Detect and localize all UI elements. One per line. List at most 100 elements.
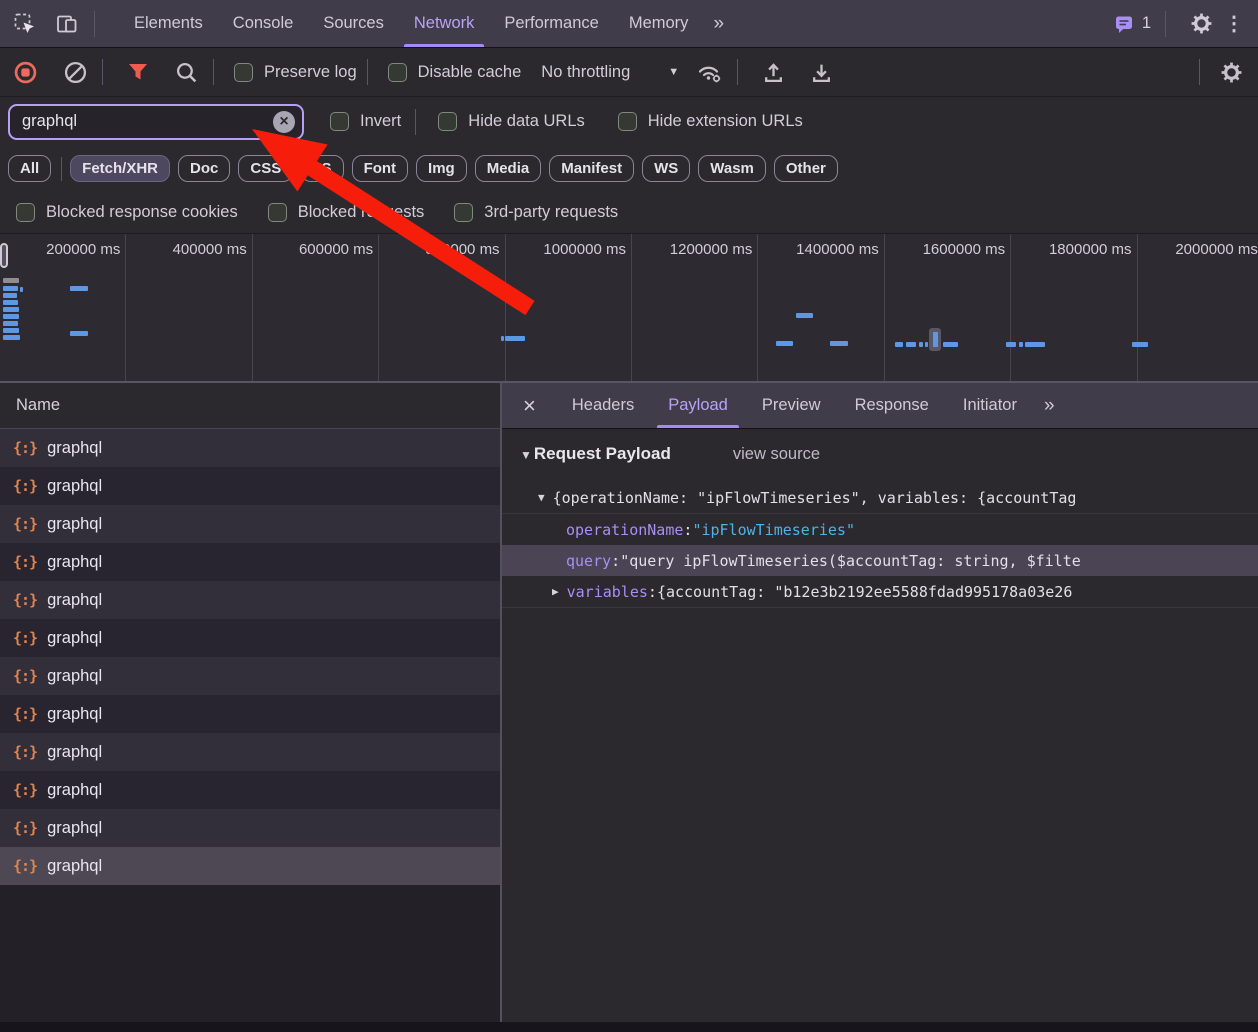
request-row[interactable]: {:}graphql xyxy=(0,847,500,885)
network-overview-timeline[interactable]: 200000 ms400000 ms600000 ms800000 ms1000… xyxy=(0,233,1258,383)
tree-collapsed-icon[interactable]: ▶ xyxy=(552,585,559,598)
tree-expanded-icon[interactable]: ▼ xyxy=(538,491,545,504)
checkbox[interactable] xyxy=(618,112,637,131)
checkbox[interactable] xyxy=(388,63,407,82)
tab-performance[interactable]: Performance xyxy=(489,0,613,47)
filter-checkbox-blocked-requests[interactable]: Blocked requests xyxy=(268,203,425,222)
waterfall-bar xyxy=(505,336,525,341)
filter-chip-ws[interactable]: WS xyxy=(642,155,690,182)
request-row[interactable]: {:}graphql xyxy=(0,809,500,847)
tab-sources[interactable]: Sources xyxy=(308,0,399,47)
hide-extension-urls-checkbox[interactable]: Hide extension URLs xyxy=(618,112,803,131)
tab-elements[interactable]: Elements xyxy=(119,0,218,47)
checkbox[interactable] xyxy=(438,112,457,131)
request-name: graphql xyxy=(47,705,102,724)
tab-initiator[interactable]: Initiator xyxy=(946,383,1034,428)
waterfall-bar xyxy=(925,342,928,347)
timeline-tick: 600000 ms xyxy=(253,234,379,381)
network-settings-gear-icon[interactable] xyxy=(1214,55,1248,89)
json-type-icon: {:} xyxy=(13,819,37,837)
request-payload-section[interactable]: ▼ Request Payload view source xyxy=(502,444,1258,474)
inspect-element-icon[interactable] xyxy=(8,7,42,41)
request-row[interactable]: {:}graphql xyxy=(0,429,500,467)
request-row[interactable]: {:}graphql xyxy=(0,733,500,771)
tab-headers[interactable]: Headers xyxy=(555,383,651,428)
payload-variables-row[interactable]: ▶ variables: {accountTag: "b12e3b2192ee5… xyxy=(502,576,1258,608)
checkbox[interactable] xyxy=(234,63,253,82)
filter-chip-manifest[interactable]: Manifest xyxy=(549,155,634,182)
tab-preview[interactable]: Preview xyxy=(745,383,838,428)
network-conditions-icon[interactable] xyxy=(693,55,727,89)
filter-checkbox-3rd-party-requests[interactable]: 3rd-party requests xyxy=(454,203,618,222)
filter-chip-js[interactable]: JS xyxy=(301,155,343,182)
json-type-icon: {:} xyxy=(13,857,37,875)
checkbox[interactable] xyxy=(268,203,287,222)
request-row[interactable]: {:}graphql xyxy=(0,771,500,809)
timeline-tick: 1200000 ms xyxy=(632,234,758,381)
filter-chip-css[interactable]: CSS xyxy=(238,155,293,182)
checkbox-label: 3rd-party requests xyxy=(484,203,618,222)
network-filter-input[interactable] xyxy=(14,112,273,131)
device-toolbar-icon[interactable] xyxy=(50,7,84,41)
payload-operation-name-row[interactable]: operationName: "ipFlowTimeseries" xyxy=(502,513,1258,545)
overview-drag-handle[interactable] xyxy=(0,243,8,268)
search-icon[interactable] xyxy=(169,55,203,89)
request-name: graphql xyxy=(47,629,102,648)
checkbox[interactable] xyxy=(330,112,349,131)
divider xyxy=(737,59,738,85)
json-key: variables xyxy=(567,583,648,601)
clear-network-log-button[interactable] xyxy=(58,55,92,89)
export-har-icon[interactable] xyxy=(804,55,838,89)
overflow-menu-icon[interactable]: ⋮ xyxy=(1218,11,1258,36)
filter-chip-fetch-xhr[interactable]: Fetch/XHR xyxy=(70,155,170,182)
preserve-log-checkbox[interactable]: Preserve log xyxy=(234,63,357,82)
tab-response[interactable]: Response xyxy=(838,383,946,428)
clear-filter-icon[interactable]: × xyxy=(273,111,295,133)
filter-input-box[interactable]: × xyxy=(8,104,304,140)
filter-checkbox-blocked-response-cookies[interactable]: Blocked response cookies xyxy=(16,203,238,222)
filter-chip-img[interactable]: Img xyxy=(416,155,467,182)
request-row[interactable]: {:}graphql xyxy=(0,505,500,543)
checkbox[interactable] xyxy=(454,203,473,222)
tab-payload[interactable]: Payload xyxy=(651,383,745,428)
tab-console[interactable]: Console xyxy=(218,0,309,47)
filter-chip-other[interactable]: Other xyxy=(774,155,838,182)
disable-cache-checkbox[interactable]: Disable cache xyxy=(388,63,522,82)
filter-funnel-icon[interactable] xyxy=(121,55,155,89)
payload-root-node[interactable]: ▼ {operationName: "ipFlowTimeseries", va… xyxy=(502,482,1258,513)
more-details-tabs-icon[interactable]: » xyxy=(1034,395,1066,417)
request-row[interactable]: {:}graphql xyxy=(0,695,500,733)
payload-query-row[interactable]: query: "query ipFlowTimeseries($accountT… xyxy=(502,545,1258,576)
request-row[interactable]: {:}graphql xyxy=(0,543,500,581)
import-har-icon[interactable] xyxy=(756,55,790,89)
filter-chip-doc[interactable]: Doc xyxy=(178,155,230,182)
extra-filters-row: Blocked response cookies Blocked requests… xyxy=(0,191,1258,233)
filter-chip-all[interactable]: All xyxy=(8,155,51,182)
requests-panel: Name {:}graphql{:}graphql{:}graphql{:}gr… xyxy=(0,383,502,1022)
request-row[interactable]: {:}graphql xyxy=(0,581,500,619)
waterfall-bar xyxy=(906,342,916,347)
more-tabs-icon[interactable]: » xyxy=(703,13,735,35)
settings-gear-icon[interactable] xyxy=(1184,7,1218,41)
tab-network[interactable]: Network xyxy=(399,0,490,47)
tab-memory[interactable]: Memory xyxy=(614,0,704,47)
waterfall-bar xyxy=(796,313,813,318)
filter-chip-font[interactable]: Font xyxy=(352,155,408,182)
close-icon[interactable]: × xyxy=(502,395,555,417)
invert-checkbox[interactable]: Invert xyxy=(330,112,401,131)
checkbox[interactable] xyxy=(16,203,35,222)
console-messages-button[interactable]: 1 xyxy=(1113,13,1151,35)
checkbox-label: Blocked response cookies xyxy=(46,203,238,222)
hide-data-urls-checkbox[interactable]: Hide data URLs xyxy=(438,112,584,131)
request-row[interactable]: {:}graphql xyxy=(0,619,500,657)
record-network-log-button[interactable] xyxy=(8,55,42,89)
filter-chip-media[interactable]: Media xyxy=(475,155,542,182)
view-source-link[interactable]: view source xyxy=(733,445,820,464)
name-column-header[interactable]: Name xyxy=(0,383,500,429)
throttling-dropdown[interactable]: No throttling ▼ xyxy=(541,63,679,82)
message-bubble-icon xyxy=(1113,13,1135,35)
request-row[interactable]: {:}graphql xyxy=(0,467,500,505)
request-row[interactable]: {:}graphql xyxy=(0,657,500,695)
waterfall-bar xyxy=(1132,342,1148,347)
filter-chip-wasm[interactable]: Wasm xyxy=(698,155,766,182)
